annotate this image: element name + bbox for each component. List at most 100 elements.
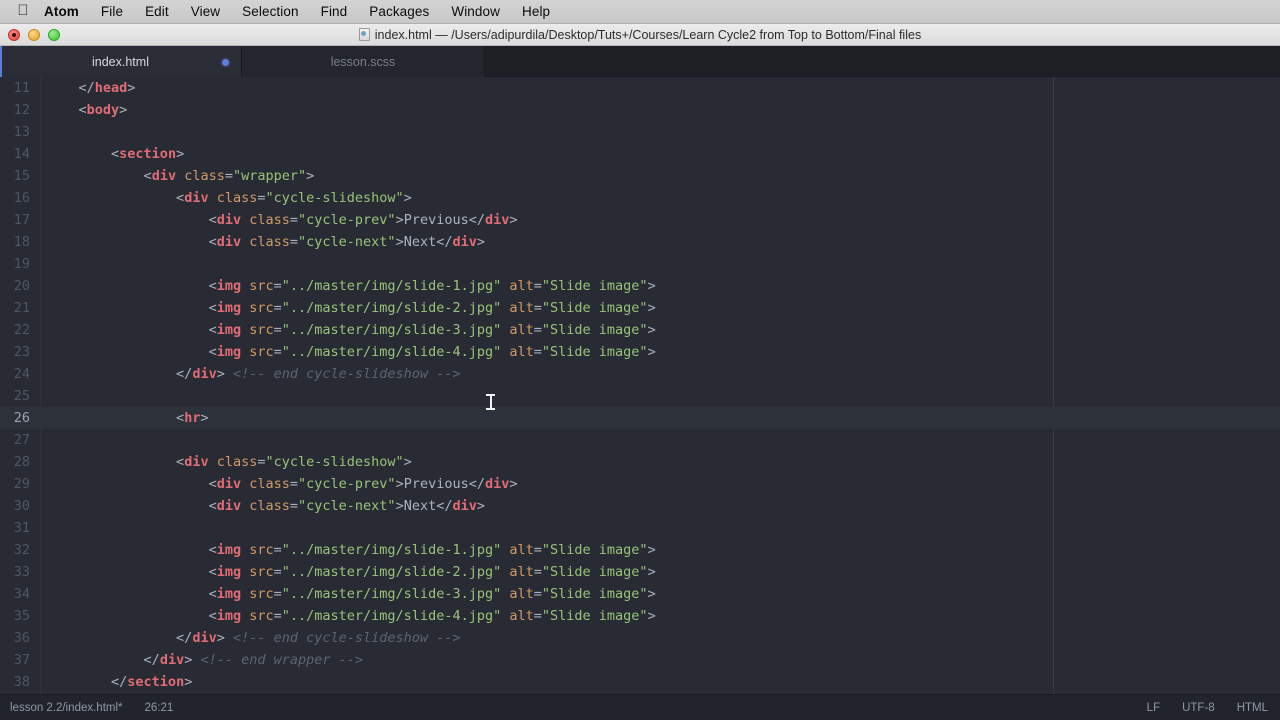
code-line[interactable]: 11 </head> <box>0 77 1280 99</box>
menu-item-atom[interactable]: Atom <box>44 0 90 24</box>
token-tag: div <box>216 212 242 228</box>
code-line[interactable]: 12 <body> <box>0 99 1280 121</box>
code-line[interactable]: 18 <div class="cycle-next">Next</div> <box>0 231 1280 253</box>
token-attr: src <box>249 278 274 294</box>
code-line[interactable]: 15 <div class="wrapper"> <box>0 165 1280 187</box>
token-punct: > <box>647 322 656 338</box>
token-punct: </ <box>468 476 485 492</box>
code-line[interactable]: 23 <img src="../master/img/slide-4.jpg" … <box>0 341 1280 363</box>
token-string: "../master/img/slide-1.jpg" <box>281 542 502 558</box>
tab-lesson-scss[interactable]: lesson.scss <box>242 46 485 77</box>
code-line[interactable]: 28 <div class="cycle-slideshow"> <box>0 451 1280 473</box>
token-punct <box>46 564 209 580</box>
status-cursor-position[interactable]: 26:21 <box>145 702 174 714</box>
menu-item-view[interactable]: View <box>180 0 231 24</box>
token-punct: > <box>395 234 404 250</box>
menu-item-find[interactable]: Find <box>310 0 359 24</box>
code-editor-pane[interactable]: 11 </head> 12 <body> 13 14 <section> 15 <di… <box>0 77 1280 694</box>
code-line[interactable]: 27 <box>0 429 1280 451</box>
token-tag: div <box>452 234 477 250</box>
code-line-content: <div class="cycle-prev">Previous</div> <box>46 473 518 495</box>
token-text: Previous <box>403 212 469 228</box>
line-number: 26 <box>13 410 30 426</box>
token-string: "../master/img/slide-3.jpg" <box>281 322 502 338</box>
close-window-button[interactable] <box>8 29 20 41</box>
code-line[interactable]: 29 <div class="cycle-prev">Previous</div… <box>0 473 1280 495</box>
minimize-window-button[interactable] <box>28 29 40 41</box>
line-number: 27 <box>13 432 30 448</box>
code-line[interactable]: 38 </section> <box>0 671 1280 693</box>
maximize-window-button[interactable] <box>48 29 60 41</box>
code-line[interactable]: 31 <box>0 517 1280 539</box>
code-line[interactable]: 13 <box>0 121 1280 143</box>
token-punct: > <box>647 586 656 602</box>
token-string: "Slide image" <box>541 542 648 558</box>
code-line[interactable]: 17 <div class="cycle-prev">Previous</div… <box>0 209 1280 231</box>
token-punct: < <box>111 146 120 162</box>
tab-modified-indicator-icon[interactable] <box>222 59 229 66</box>
token-punct: > <box>647 542 656 558</box>
code-line[interactable]: 35 <img src="../master/img/slide-4.jpg" … <box>0 605 1280 627</box>
token-attr: alt <box>509 300 534 316</box>
code-line[interactable]: 22 <img src="../master/img/slide-3.jpg" … <box>0 319 1280 341</box>
token-attr: src <box>249 542 274 558</box>
line-number: 30 <box>13 498 30 514</box>
code-line[interactable]: 26 <hr> <box>0 407 1280 429</box>
code-line[interactable]: 24 </div> <!-- end cycle-slideshow --> <box>0 363 1280 385</box>
code-line-content: <img src="../master/img/slide-1.jpg" alt… <box>46 539 656 561</box>
token-punct: < <box>208 278 217 294</box>
token-attr: src <box>249 344 274 360</box>
status-encoding[interactable]: UTF-8 <box>1182 702 1215 714</box>
code-line[interactable]: 16 <div class="cycle-slideshow"> <box>0 187 1280 209</box>
token-punct <box>241 542 249 558</box>
tab-index-html[interactable]: index.html <box>0 46 242 77</box>
menu-item-help[interactable]: Help <box>511 0 561 24</box>
token-punct <box>46 102 79 118</box>
code-line[interactable]: 32 <img src="../master/img/slide-1.jpg" … <box>0 539 1280 561</box>
token-text: Next <box>403 498 437 514</box>
code-line[interactable]: 20 <img src="../master/img/slide-1.jpg" … <box>0 275 1280 297</box>
token-punct: < <box>143 168 152 184</box>
token-punct: > <box>647 300 656 316</box>
menu-item-window[interactable]: Window <box>440 0 511 24</box>
token-punct: > <box>306 168 315 184</box>
token-punct: </ <box>111 674 128 690</box>
menu-item-edit[interactable]: Edit <box>134 0 180 24</box>
status-grammar[interactable]: HTML <box>1237 702 1268 714</box>
token-tag: section <box>119 146 177 162</box>
code-line[interactable]: 36 </div> <!-- end cycle-slideshow --> <box>0 627 1280 649</box>
menu-item-packages[interactable]: Packages <box>358 0 440 24</box>
apple-logo-icon[interactable]:  <box>14 1 32 21</box>
code-line[interactable]: 30 <div class="cycle-next">Next</div> <box>0 495 1280 517</box>
line-number: 12 <box>13 102 30 118</box>
token-punct: > <box>127 80 136 96</box>
editor-tab-bar: index.html lesson.scss <box>0 46 1280 77</box>
token-punct <box>241 564 249 580</box>
code-line[interactable]: 14 <section> <box>0 143 1280 165</box>
menu-item-selection[interactable]: Selection <box>231 0 309 24</box>
line-number: 22 <box>13 322 30 338</box>
code-line[interactable]: 34 <img src="../master/img/slide-3.jpg" … <box>0 583 1280 605</box>
code-line[interactable]: 21 <img src="../master/img/slide-2.jpg" … <box>0 297 1280 319</box>
code-line[interactable]: 33 <img src="../master/img/slide-2.jpg" … <box>0 561 1280 583</box>
menu-item-file[interactable]: File <box>90 0 134 24</box>
status-file-path[interactable]: lesson 2.2/index.html* <box>10 702 123 714</box>
token-punct <box>241 476 249 492</box>
code-line[interactable]: 37 </div> <!-- end wrapper --> <box>0 649 1280 671</box>
tab-label: lesson.scss <box>330 54 396 69</box>
token-tag: section <box>127 674 185 690</box>
token-punct: > <box>176 146 185 162</box>
token-punct <box>46 212 209 228</box>
code-line[interactable]: 19 <box>0 253 1280 275</box>
tab-label: index.html <box>92 54 149 69</box>
token-punct <box>46 300 209 316</box>
token-punct <box>46 322 209 338</box>
code-line[interactable]: 25 <box>0 385 1280 407</box>
token-eq: = <box>273 300 282 316</box>
token-attr: class <box>249 234 290 250</box>
status-line-ending[interactable]: LF <box>1147 702 1160 714</box>
token-tag: div <box>192 630 217 646</box>
token-punct: </ <box>78 80 95 96</box>
token-eq: = <box>289 476 299 492</box>
token-punct <box>241 234 249 250</box>
